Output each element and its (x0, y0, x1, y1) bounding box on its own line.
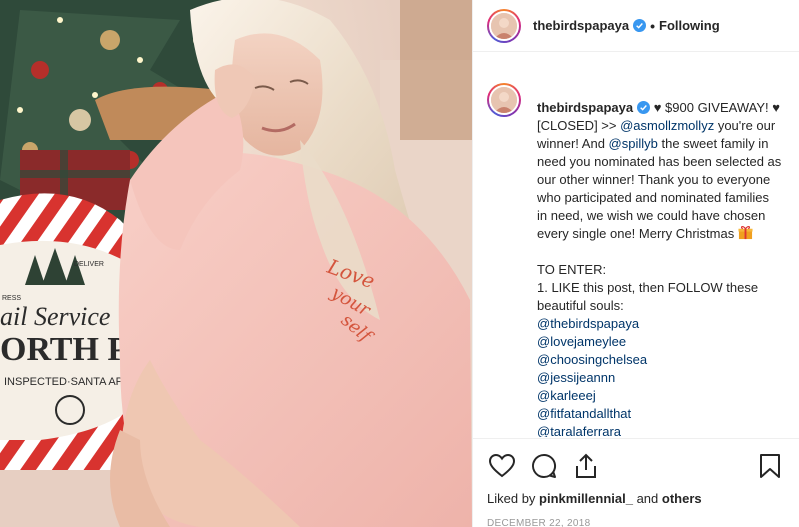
liked-by-user[interactable]: pinkmillennial_ (539, 491, 633, 506)
action-icons-row (487, 451, 785, 481)
heart-icon[interactable] (487, 451, 517, 481)
liked-by-text: Liked by pinkmillennial_ and others (487, 491, 785, 506)
verified-badge-icon (633, 19, 647, 32)
liked-by-others[interactable]: others (662, 491, 702, 506)
caption: thebirdspapaya ♥ $900 GIVEAWAY! ♥ [CLOSE… (487, 69, 785, 437)
post-date[interactable]: DECEMBER 22, 2018 (487, 518, 785, 527)
header-username[interactable]: thebirdspapaya (533, 18, 629, 33)
mention-link[interactable]: @spillyb (609, 136, 658, 151)
post-header: thebirdspapaya • Following (473, 0, 799, 52)
tagged-accounts-list: @thebirdspapaya @lovejameylee @choosingche… (537, 315, 782, 437)
caption-avatar[interactable] (487, 83, 521, 117)
mention-link[interactable]: @jessijeannn (537, 369, 782, 387)
caption-text: thebirdspapaya ♥ $900 GIVEAWAY! ♥ [CLOSE… (537, 99, 782, 437)
post-side-panel: thebirdspapaya • Following thebirdspapay… (472, 0, 799, 527)
bookmark-icon[interactable] (755, 451, 785, 481)
comments-scroll-area[interactable]: thebirdspapaya ♥ $900 GIVEAWAY! ♥ [CLOSE… (473, 53, 799, 437)
svg-text:ail Service: ail Service (0, 302, 110, 331)
mention-link[interactable]: @lovejameylee (537, 333, 782, 351)
comment-icon[interactable] (529, 451, 559, 481)
mention-link[interactable]: @fitfatandallthat (537, 405, 782, 423)
svg-text:DELIVER: DELIVER (74, 261, 104, 268)
svg-text:RESS: RESS (2, 295, 21, 302)
mention-link[interactable]: @taralaferrara (537, 423, 782, 437)
caption-avatar-image (489, 85, 519, 115)
share-icon[interactable] (571, 451, 601, 481)
caption-verified-icon (637, 101, 651, 114)
following-button[interactable]: Following (659, 18, 720, 33)
avatar[interactable] (487, 8, 521, 43)
mention-link[interactable]: @thebirdspapaya (537, 315, 782, 333)
caption-username[interactable]: thebirdspapaya (537, 100, 633, 115)
step-1-text: 1. LIKE this post, then FOLLOW these bea… (537, 280, 759, 313)
mention-link[interactable]: @karleeej (537, 387, 782, 405)
enter-heading: TO ENTER: (537, 262, 607, 277)
mention-link[interactable]: @choosingchelsea (537, 351, 782, 369)
gift-emoji-icon (738, 225, 753, 240)
post-photo[interactable]: ail Service ORTH POL INSPECTED·SANTA APP… (0, 0, 472, 527)
instagram-post-modal: ail Service ORTH POL INSPECTED·SANTA APP… (0, 0, 799, 527)
post-actions: Liked by pinkmillennial_ and others DECE… (473, 438, 799, 527)
mention-link[interactable]: @asmollzmollyz (620, 118, 714, 133)
liked-by-and: and (632, 491, 662, 506)
separator-dot: • (650, 17, 655, 34)
avatar-image (489, 10, 519, 41)
liked-by-prefix: Liked by (487, 491, 540, 506)
